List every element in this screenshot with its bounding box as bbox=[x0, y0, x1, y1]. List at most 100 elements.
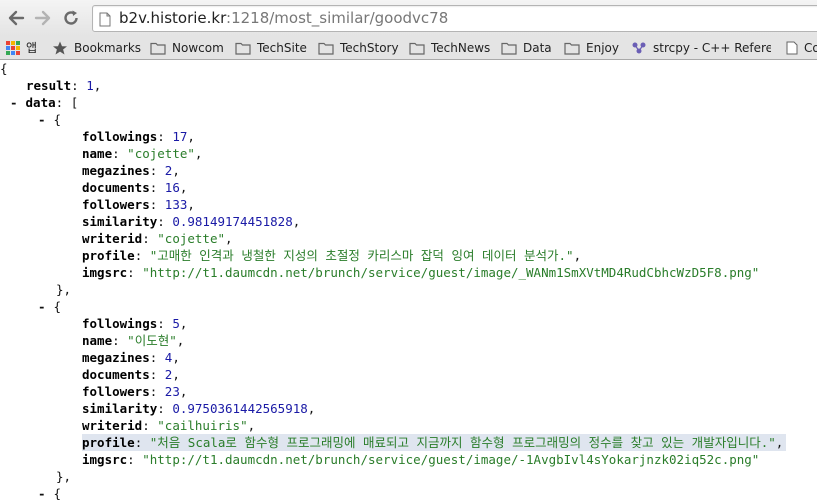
json-key: result bbox=[26, 78, 72, 93]
json-field-profile: profile: "처음 Scala로 함수형 프로그래밍에 매료되고 지금까지… bbox=[82, 434, 787, 451]
json-key: data bbox=[25, 95, 56, 110]
json-key: megazines bbox=[82, 163, 150, 178]
bookmark-label: TechSite bbox=[257, 40, 307, 55]
page-icon bbox=[99, 12, 111, 27]
bookmark-label: strcpy - C++ Reference bbox=[653, 40, 771, 55]
json-object-close: }, bbox=[56, 469, 72, 484]
json-value: 0.9750361442565918 bbox=[172, 401, 308, 416]
json-field-megazines: megazines: 2, bbox=[82, 163, 180, 178]
reload-icon bbox=[64, 10, 78, 25]
folder-icon bbox=[564, 42, 580, 55]
bookmark-label: Nowcom bbox=[172, 40, 224, 55]
json-value: "http://t1.daumcdn.net/brunch/service/gu… bbox=[142, 452, 760, 467]
browser-toolbar: b2v.historie.kr:1218/most_similar/goodvc… bbox=[0, 0, 817, 36]
json-viewer: { result: 1, - data: [ -{ followings: 17, n… bbox=[0, 60, 817, 501]
star-icon bbox=[53, 41, 67, 54]
back-button[interactable] bbox=[4, 6, 28, 30]
json-value: "고매한 인격과 냉철한 지성의 초절정 카리스마 잡덕 잉여 데이터 분석가.… bbox=[149, 248, 574, 263]
json-value: "cojette" bbox=[157, 231, 226, 246]
bookmark-strcpy[interactable]: strcpy - C++ Reference bbox=[631, 38, 771, 57]
collapse-toggle[interactable]: - bbox=[38, 299, 46, 314]
forward-button[interactable] bbox=[31, 6, 55, 30]
json-key: documents bbox=[82, 367, 150, 382]
collapse-toggle[interactable]: - bbox=[38, 112, 46, 127]
json-field-followings: followings: 17, bbox=[82, 129, 195, 144]
json-field-documents: documents: 16, bbox=[82, 180, 188, 195]
json-field-writerid: writerid: "cailhuiris", bbox=[82, 418, 256, 433]
bookmark-label: Co bbox=[804, 40, 817, 55]
json-key: name bbox=[82, 333, 113, 348]
json-key: writerid bbox=[82, 418, 143, 433]
json-key: imgsrc bbox=[82, 452, 128, 467]
collapse-toggle[interactable]: - bbox=[38, 486, 46, 501]
json-value: "처음 Scala로 함수형 프로그래밍에 매료되고 지금까지 함수형 프로그래… bbox=[149, 435, 776, 450]
bookmark-label: 앱 bbox=[26, 41, 38, 55]
collapse-toggle[interactable]: - bbox=[10, 95, 18, 110]
json-value: 0.98149174451828 bbox=[172, 214, 293, 229]
json-value: 5 bbox=[172, 316, 180, 331]
json-value: 133 bbox=[164, 197, 188, 212]
page-icon bbox=[786, 41, 798, 54]
folder-icon bbox=[409, 42, 425, 55]
bookmark-folder-nowcom[interactable]: Nowcom bbox=[150, 38, 224, 57]
json-value: "http://t1.daumcdn.net/brunch/service/gu… bbox=[142, 265, 760, 280]
cplusplus-icon bbox=[632, 42, 646, 53]
bookmark-label: Enjoy bbox=[586, 40, 619, 55]
folder-icon bbox=[150, 42, 166, 55]
json-field-followers: followers: 23, bbox=[82, 384, 188, 399]
json-field-imgsrc: imgsrc: "http://t1.daumcdn.net/brunch/se… bbox=[82, 265, 760, 280]
json-field-followings: followings: 5, bbox=[82, 316, 188, 331]
bookmark-folder-data[interactable]: Data bbox=[501, 38, 552, 57]
folder-icon bbox=[235, 42, 251, 55]
json-value: "cailhuiris" bbox=[157, 418, 248, 433]
back-arrow-icon bbox=[8, 10, 25, 26]
json-field-similarity: similarity: 0.98149174451828, bbox=[82, 214, 301, 229]
json-value: "cojette" bbox=[127, 146, 195, 161]
bookmark-label: Bookmarks bbox=[74, 40, 142, 55]
json-key: profile bbox=[82, 435, 135, 450]
json-field-profile: profile: "고매한 인격과 냉철한 지성의 초절정 카리스마 잡덕 잉여… bbox=[82, 248, 582, 263]
json-key: followings bbox=[82, 129, 158, 144]
forward-arrow-icon bbox=[34, 10, 51, 26]
address-bar[interactable]: b2v.historie.kr:1218/most_similar/goodvc… bbox=[92, 5, 817, 32]
bookmark-folder-techsite[interactable]: TechSite bbox=[235, 38, 307, 57]
json-field-writerid: writerid: "cojette", bbox=[82, 231, 233, 246]
json-key: name bbox=[82, 146, 113, 161]
json-key: writerid bbox=[82, 231, 143, 246]
bookmark-label: TechStory bbox=[340, 40, 399, 55]
bookmark-label: TechNews bbox=[431, 40, 491, 55]
json-field-name: name: "이도현", bbox=[82, 333, 185, 348]
json-key: documents bbox=[82, 180, 150, 195]
bookmark-co[interactable]: Co bbox=[786, 38, 817, 57]
bookmark-folder-technews[interactable]: TechNews bbox=[409, 38, 490, 57]
json-field-similarity: similarity: 0.9750361442565918, bbox=[82, 401, 316, 416]
json-key: profile bbox=[82, 248, 135, 263]
json-key: followings bbox=[82, 316, 158, 331]
json-data-line: - data: [ bbox=[10, 95, 79, 110]
json-key: megazines bbox=[82, 350, 150, 365]
reload-button[interactable] bbox=[59, 6, 83, 30]
bookmarks-bar: 앱 Bookmarks Nowcom TechSite TechStory Te… bbox=[0, 36, 817, 60]
json-value: 23 bbox=[164, 384, 180, 399]
json-field-name: name: "cojette", bbox=[82, 146, 203, 161]
json-object-close: }, bbox=[56, 282, 72, 297]
json-object-open: -{ bbox=[38, 299, 62, 314]
json-value: "이도현" bbox=[127, 333, 177, 348]
apps-grid-icon bbox=[6, 40, 20, 55]
json-result-line: result: 1, bbox=[26, 78, 102, 93]
json-key: followers bbox=[82, 197, 150, 212]
json-key: similarity bbox=[82, 401, 158, 416]
bookmark-folder-techstory[interactable]: TechStory bbox=[318, 38, 399, 57]
url-path: :1218/most_similar/goodvc78 bbox=[226, 9, 449, 27]
bookmark-folder-enjoy[interactable]: Enjoy bbox=[564, 38, 619, 57]
bookmark-bookmarks[interactable]: Bookmarks bbox=[52, 38, 141, 57]
url-text[interactable]: b2v.historie.kr:1218/most_similar/goodvc… bbox=[119, 9, 448, 27]
folder-icon bbox=[318, 42, 334, 55]
json-key: similarity bbox=[82, 214, 158, 229]
json-value: 17 bbox=[172, 129, 188, 144]
json-open-brace: { bbox=[0, 61, 8, 76]
bookmark-apps[interactable]: 앱 bbox=[6, 38, 37, 57]
json-value: 16 bbox=[164, 180, 180, 195]
json-field-imgsrc: imgsrc: "http://t1.daumcdn.net/brunch/se… bbox=[82, 452, 760, 467]
json-key: imgsrc bbox=[82, 265, 128, 280]
